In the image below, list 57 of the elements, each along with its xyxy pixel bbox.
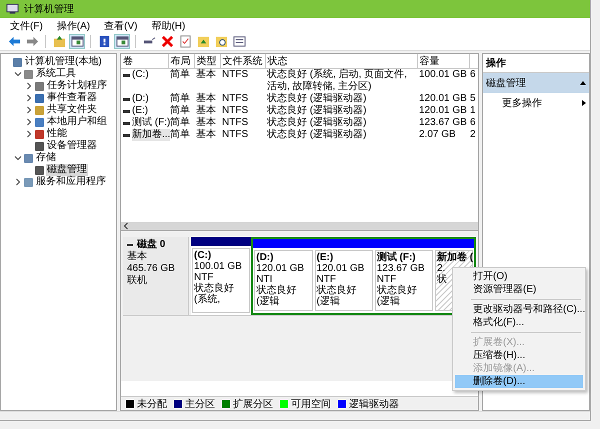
partition-status: 状 — [437, 274, 448, 285]
partition-size: 120.01 GB NTF — [316, 263, 366, 285]
table-cell: 6 — [470, 69, 476, 80]
partition-status: 状态良好 (逻辑 — [256, 285, 298, 307]
legend-label: 扩展分区 — [233, 398, 273, 410]
table-cell: 1 — [470, 105, 476, 116]
partition-name: 新加卷 ( — [437, 252, 471, 263]
disk-type: 基本 — [127, 251, 148, 263]
table-cell: 状态良好 (逻辑驱动器) — [267, 129, 366, 140]
legend-label: 主分区 — [185, 398, 215, 410]
table-cell: 100.01 GB — [419, 69, 467, 80]
table-cell: 简单 — [170, 105, 190, 116]
partition-size: 100.01 GB NTF — [194, 261, 243, 283]
table-cell: NTFS — [222, 93, 248, 104]
table-cell: 简单 — [170, 69, 190, 80]
table-cell: 状态良好 (逻辑驱动器) — [267, 105, 366, 116]
window-title: 计算机管理 — [24, 2, 74, 16]
legend-label: 可用空间 — [291, 398, 331, 410]
action-label: 更多操作 — [502, 97, 542, 110]
legend-label: 逻辑驱动器 — [349, 398, 399, 410]
partition-status: 状态良好 (逻辑 — [316, 285, 358, 307]
partition-size: 123.67 GB NTF — [376, 263, 426, 285]
partition-status: 状态良好 (系统, — [194, 283, 235, 305]
table-cell: 基本 — [196, 69, 216, 80]
table-cell: 基本 — [196, 93, 216, 104]
table-cell: 简单 — [170, 93, 190, 104]
table-cell: 6 — [470, 117, 476, 128]
table-cell: 状态良好 (逻辑驱动器) — [267, 93, 366, 104]
table-cell: NTFS — [222, 129, 248, 140]
table-cell: 120.01 GB — [419, 93, 467, 104]
table-cell: NTFS — [222, 105, 248, 116]
partition-name: 测试 (F:) — [376, 252, 417, 263]
table-cell: 123.67 GB — [419, 117, 467, 128]
table-cell: 2.07 GB — [419, 129, 456, 140]
table-cell: 基本 — [196, 129, 216, 140]
disk-size: 465.76 GB — [127, 263, 176, 274]
table-cell: 基本 — [196, 117, 216, 128]
table-cell: 2 — [470, 129, 476, 140]
table-cell: NTFS — [222, 117, 248, 128]
partition-name: (C:) — [194, 250, 212, 261]
table-cell: 简单 — [170, 129, 190, 140]
table-cell: 状态良好 (系统, 启动, 页面文件, 活动, 故障转储, 主分区) — [267, 69, 407, 92]
legend-label: 未分配 — [137, 398, 167, 410]
disk-name: 磁盘 0 — [137, 239, 166, 250]
table-cell: 基本 — [196, 105, 216, 116]
disk-status: 联机 — [127, 275, 148, 287]
section-title: 磁盘管理 — [486, 77, 526, 90]
partition-size: 2. — [437, 263, 446, 274]
partition-name: (E:) — [316, 252, 334, 263]
partition-name: (D:) — [256, 252, 274, 263]
table-cell: NTFS — [222, 69, 248, 80]
table-cell: 120.01 GB — [419, 105, 467, 116]
partition-size: 120.01 GB NTI — [256, 263, 306, 285]
table-cell: 状态良好 (逻辑驱动器) — [267, 117, 366, 128]
table-cell: 简单 — [170, 117, 190, 128]
partition-status: 状态良好 (逻辑 — [376, 285, 418, 307]
table-cell: 5 — [470, 93, 476, 104]
